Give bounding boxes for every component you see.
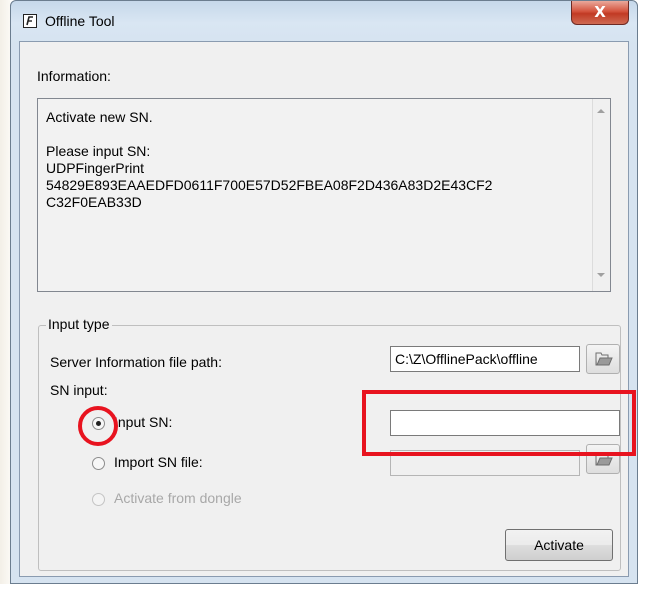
information-text: Activate new SN. Please input SN: UDPFin… [46, 109, 493, 210]
server-info-browse-button[interactable] [586, 344, 620, 374]
app-icon [23, 14, 37, 28]
folder-open-icon [595, 352, 613, 366]
close-button[interactable]: X [571, 1, 629, 25]
activate-dongle-label: Activate from dongle [114, 490, 242, 506]
scroll-up-icon[interactable] [597, 109, 605, 113]
sn-input-label: SN input: [50, 382, 108, 398]
import-sn-file-radio[interactable] [92, 457, 105, 470]
activate-dongle-radio [92, 493, 105, 506]
server-info-label: Server Information file path: [50, 354, 222, 370]
title-bar[interactable]: Offline Tool X [11, 1, 637, 41]
background-app [0, 0, 10, 598]
highlight-circle [78, 406, 118, 446]
information-textarea[interactable]: Activate new SN. Please input SN: UDPFin… [37, 98, 611, 292]
window-title: Offline Tool [45, 13, 115, 29]
close-icon: X [594, 3, 606, 21]
import-sn-file-label[interactable]: Import SN file: [114, 454, 203, 470]
input-type-group-label: Input type [46, 316, 112, 332]
input-sn-label[interactable]: Input SN: [114, 414, 172, 430]
background-bottom [0, 584, 648, 598]
client-area: Information: Activate new SN. Please inp… [19, 41, 629, 577]
scroll-down-icon[interactable] [597, 273, 605, 277]
activate-button[interactable]: Activate [505, 529, 613, 561]
highlight-rectangle [362, 390, 636, 456]
server-info-path-field[interactable]: C:\Z\OfflinePack\offline [390, 346, 580, 372]
information-scrollbar[interactable] [592, 99, 610, 291]
offline-tool-window: Offline Tool X Information: Activate new… [10, 0, 638, 584]
information-label: Information: [37, 68, 111, 84]
